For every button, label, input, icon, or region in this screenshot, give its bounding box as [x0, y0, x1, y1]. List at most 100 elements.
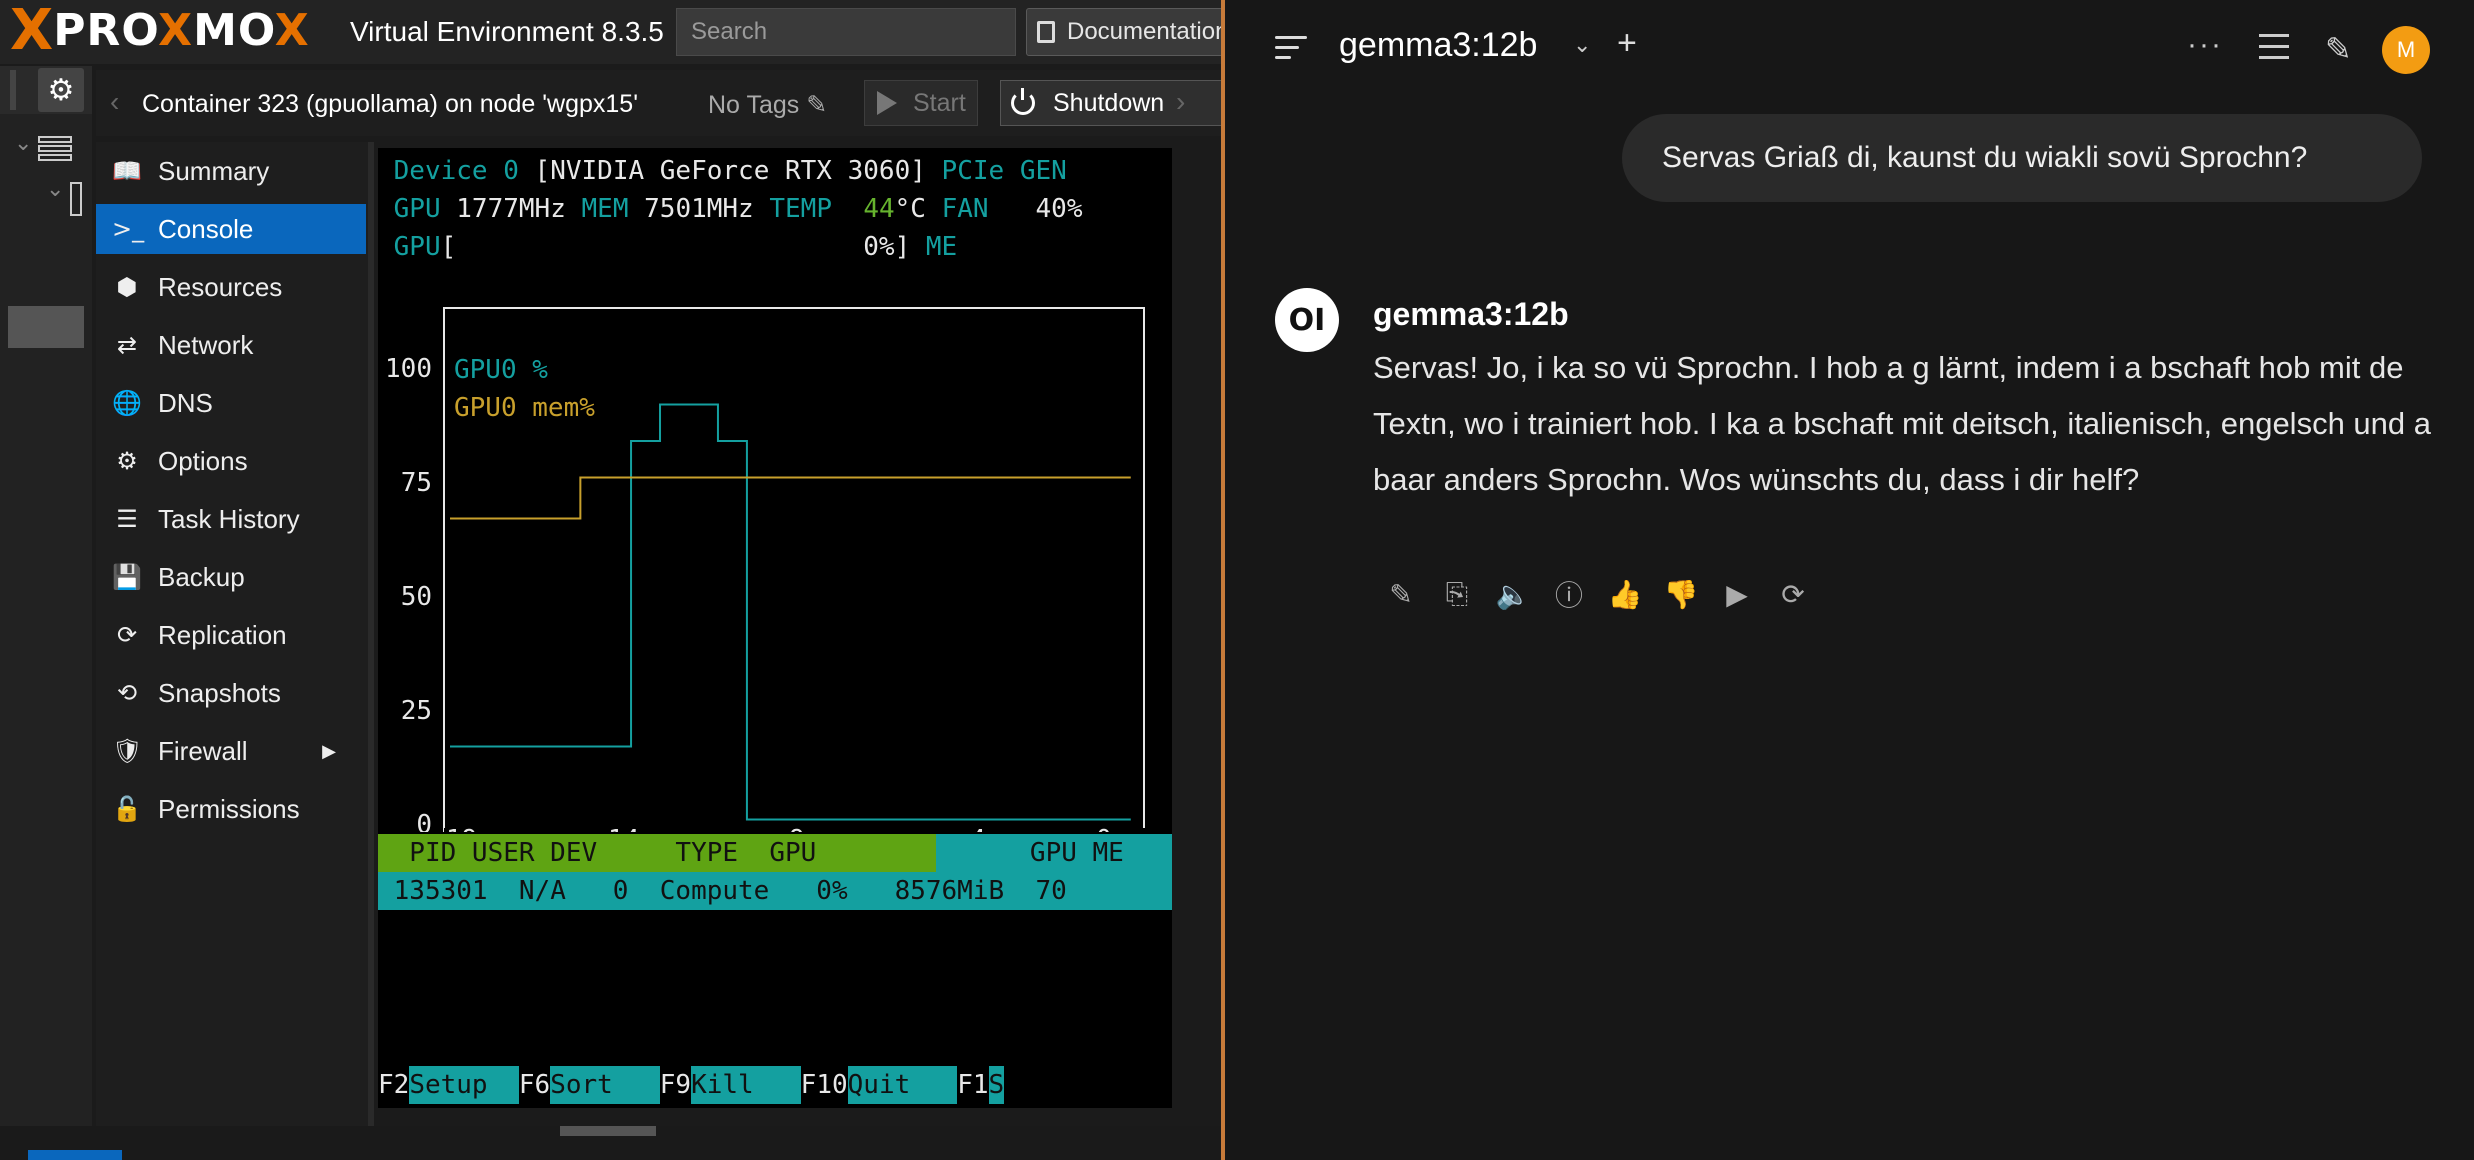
shutdown-button[interactable]: Shutdown	[1000, 80, 1221, 126]
user-avatar[interactable]: M	[2382, 26, 2430, 74]
menu-item-firewall[interactable]: 🛡 Firewall ▶	[96, 726, 366, 776]
new-chat-icon[interactable]: ✎	[2325, 30, 2352, 68]
process-table-header: PID USER DEV TYPE GPU GPU ME	[378, 834, 1172, 872]
fkey-label[interactable]: Kill	[691, 1066, 801, 1104]
menu-item-label: Replication	[158, 619, 287, 650]
model-selector[interactable]: gemma3:12b	[1339, 26, 1537, 65]
user-message: Servas Griaß di, kaunst du wiakli sovü S…	[1622, 114, 2422, 202]
menu-item-task-history[interactable]: ☰ Task History	[96, 494, 366, 544]
copy-icon[interactable]: ⎘	[1429, 574, 1485, 614]
menu-item-summary[interactable]: 📖 Summary	[96, 146, 366, 196]
process-row[interactable]: 135301 N/A 0 Compute 0% 8576MiB 70	[378, 872, 1172, 910]
controls-icon[interactable]	[2259, 34, 2289, 62]
menu-item-label: Summary	[158, 155, 270, 186]
menu-item-label: Snapshots	[158, 677, 281, 708]
y-tick-label: 0	[416, 810, 432, 832]
gear-icon: ⚙	[116, 447, 138, 475]
menu-item-label: Options	[158, 445, 248, 476]
tags-edit[interactable]: No Tags ✎	[708, 90, 827, 120]
search-input[interactable]	[676, 8, 1016, 56]
fkey-f1: F1	[957, 1070, 989, 1100]
y-tick-label: 100	[385, 354, 432, 384]
sidebar-toggle-icon[interactable]	[1275, 36, 1307, 62]
fkey-label[interactable]: Sort	[550, 1066, 660, 1104]
legend-entry: GPU0 %	[454, 355, 548, 385]
more-options-icon[interactable]: ···	[2187, 28, 2223, 62]
shield-icon: 🛡	[112, 737, 143, 765]
chevron-down-icon[interactable]: ⌄	[46, 176, 64, 202]
chart-frame	[443, 307, 1145, 832]
retweet-icon: ⟳	[116, 621, 138, 649]
panel-splitter[interactable]	[368, 142, 374, 1126]
datacenter-icon[interactable]	[38, 136, 72, 166]
proxmox-logo[interactable]: X PROXMOX	[10, 2, 310, 60]
edit-icon[interactable]: ✎	[1373, 574, 1429, 614]
submenu-arrow-icon: ▶	[322, 740, 336, 761]
scroll-right-icon[interactable]: ›	[1176, 86, 1185, 118]
content-toolbar: ‹ Container 323 (gpuollama) on node 'wgp…	[96, 70, 1221, 136]
info-icon[interactable]: ⓘ	[1541, 574, 1597, 614]
menu-item-console[interactable]: >_ Console	[96, 204, 366, 254]
nvtop-clock-line: GPU 1777MHz MEM 7501MHz TEMP 44°C FAN 40…	[393, 194, 1083, 224]
menu-item-network[interactable]: ⇄ Network	[96, 320, 366, 370]
status-bar-handle[interactable]	[28, 1150, 122, 1160]
horizontal-scrollbar[interactable]	[0, 1126, 1221, 1160]
menu-item-snapshots[interactable]: ⟲ Snapshots	[96, 668, 366, 718]
fkey-f6: F6	[518, 1070, 551, 1100]
model-name: gemma3:12b	[1373, 296, 1569, 332]
menu-item-label: Network	[158, 329, 254, 360]
menu-item-options[interactable]: ⚙ Options	[96, 436, 366, 486]
book-icon: 📖	[112, 157, 142, 185]
menu-item-permissions[interactable]: 🔓 Permissions	[96, 784, 366, 834]
pencil-icon[interactable]: ✎	[806, 91, 827, 119]
chevron-down-icon[interactable]: ⌄	[14, 130, 32, 156]
x-tick-label: 14s	[608, 825, 655, 832]
gear-icon[interactable]: ⚙	[38, 68, 84, 112]
speaker-icon[interactable]: 🔈	[1485, 574, 1541, 614]
globe-icon: 🌐	[112, 389, 142, 417]
menu-item-label: Permissions	[158, 793, 300, 824]
menu-item-replication[interactable]: ⟳ Replication	[96, 610, 366, 660]
thumbs-up-icon[interactable]: 👍	[1597, 574, 1653, 614]
start-button[interactable]: Start	[864, 80, 978, 126]
menu-item-label: Task History	[158, 503, 300, 534]
add-model-icon[interactable]: +	[1617, 24, 1637, 63]
x-tick-label: 4s	[970, 825, 1001, 832]
y-tick-label: 75	[401, 468, 432, 498]
cube-icon: ⬢	[116, 273, 138, 301]
menu-item-label: Console	[158, 213, 254, 244]
scroll-left-icon[interactable]: ‹	[110, 86, 119, 118]
history-icon: ⟲	[116, 679, 138, 707]
console-terminal[interactable]: Device 0 [NVIDIA GeForce RTX 3060] PCIe …	[378, 148, 1172, 1108]
model-avatar: OI	[1275, 288, 1339, 352]
node-icon[interactable]	[70, 182, 82, 216]
x-tick-label: 19s	[446, 825, 493, 832]
menu-item-label: DNS	[158, 387, 213, 418]
menu-item-backup[interactable]: 💾 Backup	[96, 552, 366, 602]
scrollbar-thumb[interactable]	[560, 1126, 656, 1136]
tree-toolbar: ⚙	[0, 66, 92, 114]
fkey-label[interactable]: S	[988, 1066, 1005, 1104]
floppy-icon: 💾	[112, 563, 142, 591]
series-gpu-usage-line	[450, 403, 1131, 821]
assistant-message: Servas! Jo, i ka so vü Sprochn. I hob a …	[1373, 350, 2431, 497]
view-selector[interactable]	[10, 70, 16, 110]
chevron-down-icon[interactable]: ⌄	[1573, 32, 1591, 58]
tree-item-selected[interactable]	[8, 306, 84, 348]
play-icon[interactable]: ▶	[1709, 574, 1765, 614]
fkey-label[interactable]: Setup	[409, 1066, 519, 1104]
menu-item-dns[interactable]: 🌐 DNS	[96, 378, 366, 428]
fkey-label[interactable]: Quit	[847, 1066, 958, 1104]
nvtop-usage-line: GPU[ 0%] ME	[393, 232, 958, 262]
menu-item-label: Backup	[158, 561, 245, 592]
unlock-icon: 🔓	[112, 795, 142, 823]
power-icon	[1011, 88, 1035, 115]
list-icon: ☰	[116, 505, 138, 533]
regenerate-icon[interactable]: ⟳	[1765, 574, 1821, 614]
thumbs-down-icon[interactable]: 👎	[1653, 574, 1709, 614]
documentation-button[interactable]: Documentation	[1026, 8, 1221, 56]
legend-entry: GPU0 mem%	[454, 393, 595, 423]
menu-item-resources[interactable]: ⬢ Resources	[96, 262, 366, 312]
x-tick-label: 9s	[789, 825, 820, 832]
function-key-bar: F2Setup F6Sort F9Kill F10Quit F1S	[378, 1066, 1172, 1104]
